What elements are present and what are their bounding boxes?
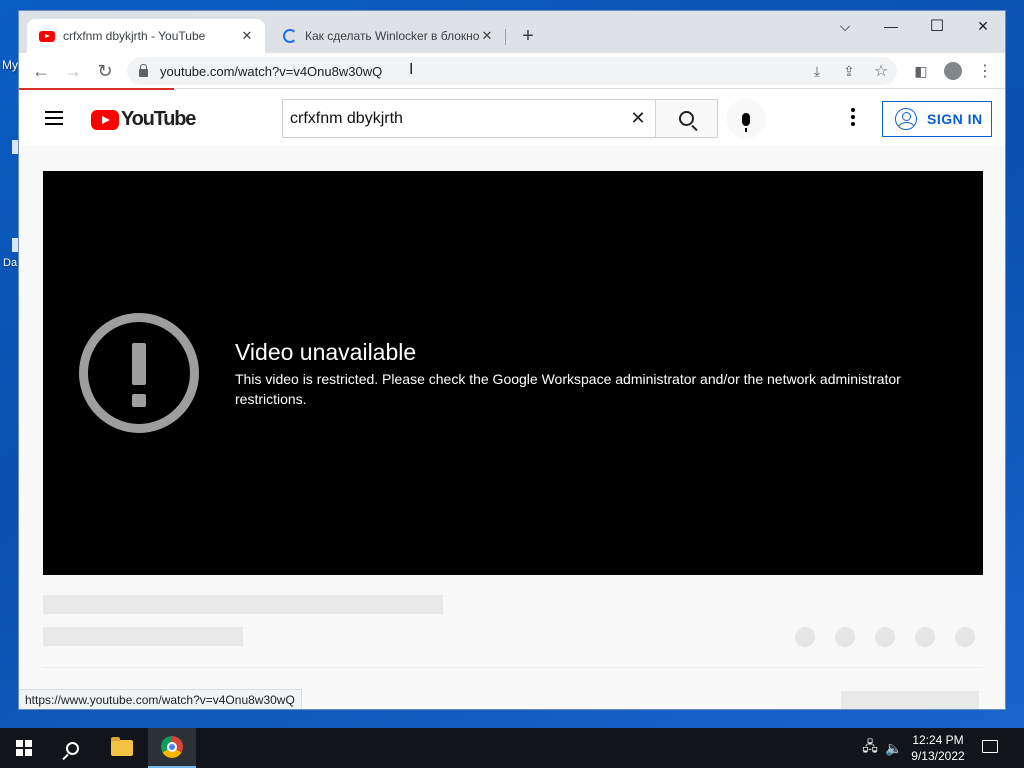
youtube-header: YouTube crfxfnm dbykjrth ✕ SIGN IN <box>19 90 1005 146</box>
clock-date: 9/13/2022 <box>911 749 965 763</box>
taskbar: 🖧 🔈 12:24 PM 9/13/2022 <box>0 728 1024 768</box>
settings-menu-icon[interactable] <box>851 108 855 126</box>
chrome-icon <box>161 736 183 758</box>
tab-winlocker[interactable]: Как сделать Winlocker в блокнот ✕ <box>271 19 505 53</box>
desktop-icon-label[interactable]: Da <box>3 257 17 269</box>
action-skeleton <box>795 627 815 647</box>
search-button[interactable] <box>655 99 718 138</box>
error-title: Video unavailable <box>235 339 417 365</box>
error-exclamation-icon <box>79 313 199 433</box>
microphone-icon <box>742 112 750 132</box>
tab-separator <box>505 29 506 45</box>
share-icon[interactable]: ⇪ <box>839 61 859 81</box>
text-cursor-icon: I <box>409 61 414 78</box>
tab-search-button[interactable]: ⌵ <box>822 11 868 41</box>
system-clock[interactable]: 12:24 PM 9/13/2022 <box>906 732 970 764</box>
new-tab-button[interactable]: + <box>517 25 539 47</box>
volume-icon[interactable]: 🔈 <box>882 728 906 768</box>
action-skeleton <box>875 627 895 647</box>
youtube-play-logo-icon <box>91 109 119 130</box>
start-button[interactable] <box>0 728 48 768</box>
install-app-icon[interactable]: ⤓ <box>807 61 827 81</box>
browser-window: crfxfnm dbykjrth - YouTube ✕ Как сделать… <box>18 10 1006 710</box>
browser-toolbar: ← → ↻ youtube.com/watch?v=v4Onu8w30wQ I … <box>19 53 1005 89</box>
network-icon[interactable]: 🖧 <box>858 728 882 768</box>
taskbar-search-button[interactable] <box>48 728 96 768</box>
forward-button[interactable]: → <box>59 57 87 85</box>
loading-spinner-icon <box>283 29 297 43</box>
search-icon <box>679 111 694 126</box>
close-tab-icon[interactable]: ✕ <box>479 28 495 44</box>
error-message: This video is restricted. Please check t… <box>235 371 901 407</box>
account-circle-icon <box>895 108 917 130</box>
youtube-logo[interactable]: YouTube <box>91 108 196 131</box>
sign-in-label: SIGN IN <box>927 111 983 127</box>
youtube-favicon-icon <box>39 30 55 42</box>
search-query[interactable]: crfxfnm dbykjrth <box>290 110 621 128</box>
url-text[interactable]: youtube.com/watch?v=v4Onu8w30wQ <box>160 64 382 79</box>
tab-title: Как сделать Winlocker в блокнот <box>305 29 479 43</box>
meta-skeleton <box>43 627 243 646</box>
bookmark-star-icon[interactable]: ☆ <box>871 61 891 81</box>
tab-youtube[interactable]: crfxfnm dbykjrth - YouTube ✕ <box>27 19 265 53</box>
maximize-button[interactable]: ☐ <box>914 11 960 41</box>
close-window-button[interactable]: ✕ <box>960 11 1005 41</box>
status-bar-link: https://www.youtube.com/watch?v=v4Onu8w3… <box>19 689 302 709</box>
browser-menu-icon[interactable]: ⋮ <box>975 61 995 81</box>
channel-skeleton <box>841 691 979 709</box>
side-panel-icon[interactable]: ◧ <box>911 61 931 81</box>
clock-time: 12:24 PM <box>912 733 964 747</box>
notifications-icon[interactable] <box>982 740 998 753</box>
action-skeleton <box>955 627 975 647</box>
tab-title: crfxfnm dbykjrth - YouTube <box>63 29 206 43</box>
action-skeleton <box>835 627 855 647</box>
windows-logo-icon <box>16 740 32 756</box>
title-skeleton <box>43 595 443 614</box>
voice-search-button[interactable] <box>726 99 766 139</box>
address-bar[interactable]: youtube.com/watch?v=v4Onu8w30wQ I <box>127 57 897 85</box>
search-icon <box>65 741 79 755</box>
folder-icon <box>111 737 133 756</box>
close-tab-icon[interactable]: ✕ <box>239 28 255 44</box>
profile-avatar-icon[interactable] <box>943 61 963 81</box>
youtube-logo-text: YouTube <box>121 108 196 130</box>
file-explorer-button[interactable] <box>98 728 146 768</box>
tab-strip: crfxfnm dbykjrth - YouTube ✕ Как сделать… <box>19 11 1005 53</box>
video-player[interactable]: Video unavailable This video is restrict… <box>43 171 983 575</box>
reload-button[interactable]: ↻ <box>91 57 119 85</box>
chrome-taskbar-button[interactable] <box>148 728 196 768</box>
search-input[interactable]: crfxfnm dbykjrth ✕ <box>282 99 655 138</box>
hamburger-menu-icon[interactable] <box>45 111 63 125</box>
desktop-icon-label[interactable]: My <box>2 58 18 72</box>
lock-icon[interactable] <box>139 64 148 77</box>
sign-in-button[interactable]: SIGN IN <box>882 101 992 137</box>
clear-search-icon[interactable]: ✕ <box>621 108 655 129</box>
minimize-button[interactable]: — <box>868 11 914 41</box>
action-skeleton <box>915 627 935 647</box>
back-button[interactable]: ← <box>27 57 55 85</box>
section-divider <box>43 667 983 668</box>
